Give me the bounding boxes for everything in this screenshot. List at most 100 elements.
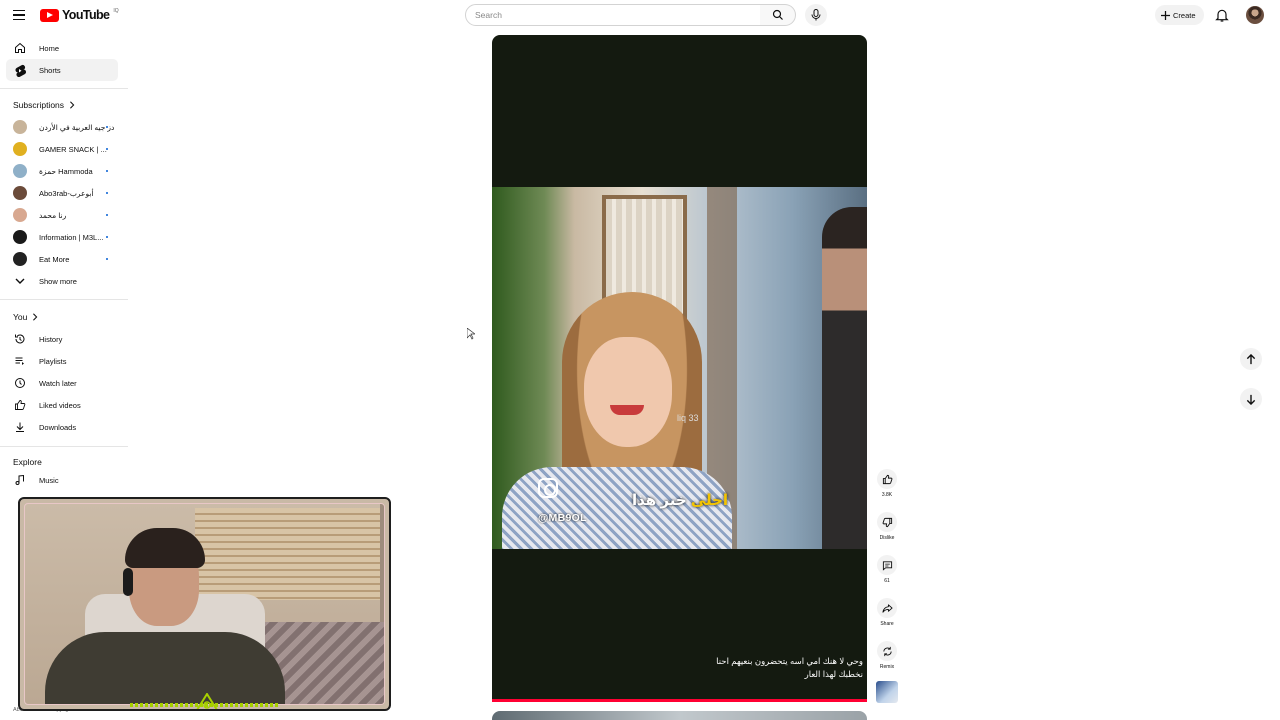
sidebar-item-playlists[interactable]: Playlists [6,350,118,372]
subscriptions-heading[interactable]: Subscriptions [13,100,75,110]
new-content-dot [106,214,108,216]
video-overlay-text: احلى خبر هذا [632,491,728,509]
show-more-label: Show more [39,276,77,286]
remix-label: Remix [879,664,895,670]
sidebar-subscription-item[interactable]: Abo3rab-أبوعرب [6,182,118,204]
share-button[interactable]: Share [875,598,899,627]
channel-avatar [13,252,27,266]
create-button[interactable]: Create [1155,5,1204,25]
sidebar-item-home[interactable]: Home [6,37,118,59]
webcam-feed [24,503,385,705]
comments-button[interactable]: 61 [875,555,899,584]
video-progress-bar[interactable] [492,699,867,702]
sidebar-item-music[interactable]: Music [6,469,118,491]
sidebar-subscription-item[interactable]: GAMER SNACK | ... [6,138,118,160]
search-input[interactable]: Search [465,4,761,26]
sidebar-item-history[interactable]: History [6,328,118,350]
channel-avatar [13,230,27,244]
sidebar-subscription-item[interactable]: دز جيه العربية في الأردن [6,116,118,138]
channel-avatar [13,142,27,156]
explore-title: Explore [13,457,42,467]
channel-name: حمزة Hammoda [39,166,93,176]
video-tag: liq 33 [677,413,699,423]
overlay-highlight: احلى [690,492,729,509]
new-content-dot [106,126,108,128]
thumbs-up-icon [877,469,897,489]
explore-heading: Explore [13,457,42,467]
logo-country: IQ [113,8,119,14]
arrow-down-icon [1246,394,1256,405]
video-subtitle: وحي لا هنك امي اسه يتحضرون بنعيهم احنا ن… [716,655,863,681]
new-content-dot [106,192,108,194]
sidebar-divider [0,299,128,300]
logo-text: YouTube [62,8,110,22]
like-button[interactable]: 3.8K [875,469,899,498]
sidebar-item-label: Shorts [39,65,61,75]
music-icon [13,473,27,487]
sidebar-item-label: Liked videos [39,400,81,410]
search-icon [772,9,783,20]
video-frame: liq 33 @MB9OL احلى خبر هذا [492,187,867,549]
previous-short-button[interactable] [1240,348,1262,370]
show-more-button[interactable]: Show more [6,270,118,292]
youtube-logo[interactable]: YouTube IQ [40,8,119,22]
sidebar-subscription-item[interactable]: Information | M3L... [6,226,118,248]
share-icon [877,598,897,618]
remix-icon [877,641,897,661]
notifications-bell-icon[interactable] [1214,7,1230,23]
new-content-dot [106,258,108,260]
subscriptions-title: Subscriptions [13,100,65,110]
sound-thumbnail[interactable] [876,681,898,703]
dislike-label: Dislike [879,535,895,541]
sidebar-item-shorts[interactable]: Shorts [6,59,118,81]
downloads-icon [13,420,27,434]
sidebar-subscription-item[interactable]: حمزة Hammoda [6,160,118,182]
next-short-button[interactable] [1240,388,1262,410]
sidebar-item-downloads[interactable]: Downloads [6,416,118,438]
history-icon [13,332,27,346]
share-label: Share [880,621,894,627]
sidebar-divider [0,88,128,89]
channel-name: Abo3rab-أبوعرب [39,188,94,198]
streamer-hair [125,528,205,568]
chevron-right-icon [70,101,75,109]
you-title: You [13,312,28,322]
menu-icon[interactable] [10,6,28,24]
plus-icon [1161,10,1170,20]
search-button[interactable] [760,4,796,26]
comment-icon [877,555,897,575]
sidebar-item-label: Music [39,475,59,485]
scene-person-smile [610,405,644,415]
sidebar-item-watch-later[interactable]: Watch later [6,372,118,394]
sidebar-subscription-item[interactable]: رنا محمد [6,204,118,226]
shorts-video-player[interactable]: liq 33 @MB9OL احلى خبر هذا وحي لا هنك ام… [492,35,867,702]
you-heading[interactable]: You [13,312,38,322]
chevron-right-icon [33,313,38,321]
sidebar-item-liked-videos[interactable]: Liked videos [6,394,118,416]
channel-name: GAMER SNACK | ... [39,144,107,154]
watch-later-icon [13,376,27,390]
channel-name: دز جيه العربية في الأردن [39,122,115,132]
next-short-preview[interactable] [492,711,867,720]
sidebar-item-label: History [39,334,63,344]
voice-search-button[interactable] [805,4,827,26]
comment-count: 61 [884,578,890,584]
scene-person-face [584,337,672,447]
sidebar-subscription-item[interactable]: Eat More [6,248,118,270]
headset [123,568,133,596]
account-avatar[interactable] [1246,6,1264,24]
channel-name: Eat More [39,254,70,264]
remix-button[interactable]: Remix [875,641,899,670]
create-label: Create [1173,10,1196,20]
dislike-button[interactable]: Dislike [875,512,899,541]
subtitle-line-2: نخطبك لهذا العار [804,669,863,679]
sidebar-item-label: Home [39,43,60,53]
like-count: 3.8K [881,492,893,498]
thumbs-down-icon [877,512,897,532]
arrow-up-icon [1246,353,1256,364]
channel-avatar [13,186,27,200]
instagram-handle: @MB9OL [538,512,587,524]
subtitle-line-1: وحي لا هنك امي اسه يتحضرون بنعيهم احنا [716,656,863,666]
channel-name: Information | M3L... [39,232,104,242]
window-blind [195,508,380,600]
